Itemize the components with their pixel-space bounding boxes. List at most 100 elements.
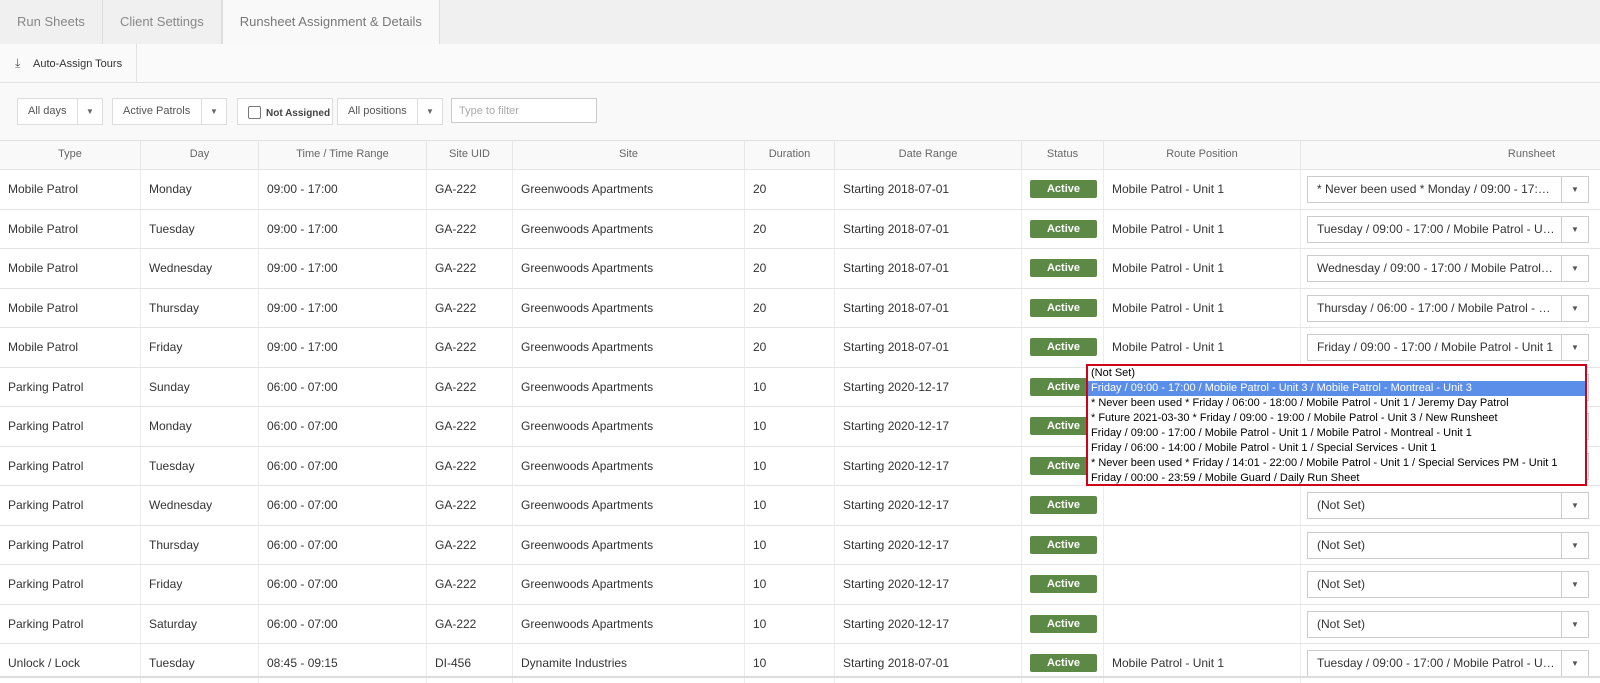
runsheet-select[interactable]: * Never been used * Monday / 09:00 - 17:… <box>1307 176 1589 203</box>
table-row[interactable]: Parking Patrol Wednesday 06:00 - 07:00 GA-2… <box>0 485 1600 525</box>
tab-client-settings[interactable]: Client Settings <box>103 0 222 44</box>
cell-duration: 20 <box>745 328 835 367</box>
cell-type: Mobile Patrol <box>0 328 141 367</box>
table-row[interactable]: Mobile Patrol Thursday 09:00 - 17:00 GA-222… <box>0 287 1600 328</box>
chevron-down-icon[interactable]: ▼ <box>1561 611 1588 637</box>
status-badge: Active <box>1030 575 1097 593</box>
runsheet-dropdown-list[interactable]: (Not Set) Friday / 09:00 - 17:00 / Mobile… <box>1086 364 1587 486</box>
dropdown-option[interactable]: Friday / 09:00 - 17:00 / Mobile Patrol -… <box>1088 426 1585 441</box>
dropdown-option[interactable]: Friday / 09:00 - 17:00 / Mobile Patrol -… <box>1088 381 1585 396</box>
patrols-select[interactable]: Active Patrols ▼ <box>112 98 227 125</box>
auto-assign-label: Auto-Assign Tours <box>33 58 123 70</box>
cell-site-uid: GA-222 <box>427 407 513 446</box>
runsheet-select[interactable]: (Not Set) ▼ <box>1307 571 1589 598</box>
chevron-down-icon[interactable]: ▼ <box>1561 651 1588 676</box>
runsheet-select[interactable]: Thursday / 06:00 - 17:00 / Mobile Patrol… <box>1307 294 1589 322</box>
col-route-position[interactable]: Route Position <box>1104 141 1301 169</box>
table-row[interactable]: Mobile Patrol Tuesday 09:00 - 17:00 GA-222 G… <box>0 208 1600 249</box>
cell-duration: 10 <box>745 604 835 644</box>
table-row[interactable]: Mobile Patrol Wednesday 09:00 - 17:00 GA-22… <box>0 248 1600 288</box>
cell-day: Saturday <box>141 604 259 644</box>
dropdown-option[interactable]: Friday / 06:00 - 14:00 / Mobile Patrol -… <box>1088 441 1585 456</box>
table-row[interactable]: Mobile Patrol Friday 09:00 - 17:00 GA-222 Gr… <box>0 327 1600 367</box>
col-site-uid[interactable]: Site UID <box>427 141 513 169</box>
cell-type: Mobile Patrol <box>0 288 141 328</box>
cell-site-uid: GA-222 <box>427 249 513 288</box>
runsheet-select[interactable]: Tuesday / 09:00 - 17:00 / Mobile Patrol … <box>1307 215 1589 243</box>
status-badge: Active <box>1030 614 1097 633</box>
cell-time: 09:00 - 17:00 <box>259 328 427 367</box>
cell-site: Greenwoods Apartments <box>513 367 745 407</box>
cell-site: Greenwoods Apartments <box>513 209 745 249</box>
not-assigned-toggle[interactable]: Not Assigned <box>237 98 333 125</box>
cell-type: Parking Patrol <box>0 525 141 565</box>
dropdown-option[interactable]: * Never been used * Friday / 06:00 - 18:… <box>1088 396 1585 411</box>
cell-type: Mobile Patrol <box>0 249 141 288</box>
cell-date-range: Starting 2018-07-01 <box>835 209 1022 249</box>
cell-time: 06:00 - 07:00 <box>259 604 427 644</box>
runsheet-select[interactable]: Friday / 09:00 - 17:00 / Mobile Patrol -… <box>1307 334 1589 361</box>
runsheet-select[interactable]: (Not Set) ▼ <box>1307 531 1589 559</box>
dropdown-option[interactable]: * Future 2021-03-30 * Friday / 09:00 - 1… <box>1088 411 1585 426</box>
cell-type: Parking Patrol <box>0 565 141 604</box>
dropdown-option[interactable]: * Never been used * Friday / 14:01 - 22:… <box>1088 456 1585 471</box>
col-day[interactable]: Day <box>141 141 259 169</box>
days-select[interactable]: All days ▼ <box>17 98 103 125</box>
cell-date-range: Starting 2018-07-01 <box>835 249 1022 288</box>
not-assigned-checkbox[interactable] <box>248 106 261 119</box>
chevron-down-icon[interactable]: ▼ <box>1561 216 1588 242</box>
filter-input[interactable] <box>451 98 597 123</box>
cell-day: Wednesday <box>141 249 259 288</box>
tab-runsheet-assignment[interactable]: Runsheet Assignment & Details <box>221 0 440 45</box>
cell-date-range: Starting 2018-07-01 <box>835 288 1022 328</box>
table-row[interactable]: Parking Patrol Saturday 06:00 - 07:00 GA-22… <box>0 603 1600 644</box>
runsheet-select-value: Thursday / 06:00 - 17:00 / Mobile Patrol… <box>1317 300 1555 315</box>
chevron-down-icon[interactable]: ▼ <box>1561 572 1588 597</box>
cell-site-uid: GA-222 <box>427 486 513 525</box>
runsheet-select-value: Tuesday / 09:00 - 17:00 / Mobile Patrol … <box>1317 221 1555 236</box>
cell-time: 06:00 - 07:00 <box>259 446 427 486</box>
cell-time: 06:00 - 07:00 <box>259 407 427 446</box>
runsheet-select[interactable]: Tuesday / 09:00 - 17:00 / Mobile Patrol … <box>1307 650 1589 677</box>
table-row[interactable]: Parking Patrol Thursday 06:00 - 07:00 GA-22… <box>0 524 1600 565</box>
col-duration[interactable]: Duration <box>745 141 835 169</box>
cell-site: Greenwoods Apartments <box>513 525 745 565</box>
table-row[interactable]: Parking Patrol Friday 06:00 - 07:00 GA-222 G… <box>0 564 1600 604</box>
col-status[interactable]: Status <box>1022 141 1104 169</box>
status-badge: Active <box>1030 338 1097 356</box>
chevron-down-icon[interactable]: ▼ <box>1561 295 1588 321</box>
col-time[interactable]: Time / Time Range <box>259 141 427 169</box>
cell-site-uid: GA-222 <box>427 604 513 644</box>
col-runsheet[interactable]: Runsheet <box>1301 141 1600 169</box>
cell-date-range: Starting 2018-07-01 <box>835 170 1022 209</box>
tab-run-sheets[interactable]: Run Sheets <box>0 0 103 44</box>
status-badge: Active <box>1030 535 1097 554</box>
runsheet-select[interactable]: (Not Set) ▼ <box>1307 492 1589 519</box>
col-site[interactable]: Site <box>513 141 745 169</box>
chevron-down-icon[interactable]: ▼ <box>1561 532 1588 558</box>
chevron-down-icon[interactable]: ▼ <box>1561 335 1588 360</box>
chevron-down-icon[interactable]: ▼ <box>1561 256 1588 281</box>
chevron-down-icon[interactable]: ▼ <box>1561 177 1588 202</box>
dropdown-option[interactable]: (Not Set) <box>1088 366 1585 381</box>
runsheet-select[interactable]: Wednesday / 09:00 - 17:00 / Mobile Patro… <box>1307 255 1589 282</box>
col-date-range[interactable]: Date Range <box>835 141 1022 169</box>
chevron-down-icon: ▼ <box>201 99 226 124</box>
runsheet-select[interactable]: (Not Set) ▼ <box>1307 610 1589 638</box>
cell-date-range: Starting 2020-12-17 <box>835 367 1022 407</box>
positions-select[interactable]: All positions ▼ <box>337 98 443 125</box>
cell-site-uid: GA-222 <box>427 367 513 407</box>
runsheet-select-value: Tuesday / 09:00 - 17:00 / Mobile Patrol … <box>1317 656 1555 670</box>
dropdown-option[interactable]: Friday / 00:00 - 23:59 / Mobile Guard / … <box>1088 471 1585 486</box>
cell-day: Thursday <box>141 525 259 565</box>
cell-time: 09:00 - 17:00 <box>259 288 427 328</box>
cell-type: Parking Patrol <box>0 367 141 407</box>
auto-assign-button[interactable]: ⤓ Auto-Assign Tours <box>0 44 138 82</box>
cell-day: Monday <box>141 170 259 209</box>
cell-duration: 20 <box>745 288 835 328</box>
runsheet-select-value: * Never been used * Monday / 09:00 - 17:… <box>1317 182 1555 196</box>
table-row[interactable]: Mobile Patrol Monday 09:00 - 17:00 GA-222 Gr… <box>0 169 1600 209</box>
col-type[interactable]: Type <box>0 141 141 169</box>
cell-site-uid: GA-222 <box>427 565 513 604</box>
chevron-down-icon[interactable]: ▼ <box>1561 493 1588 518</box>
